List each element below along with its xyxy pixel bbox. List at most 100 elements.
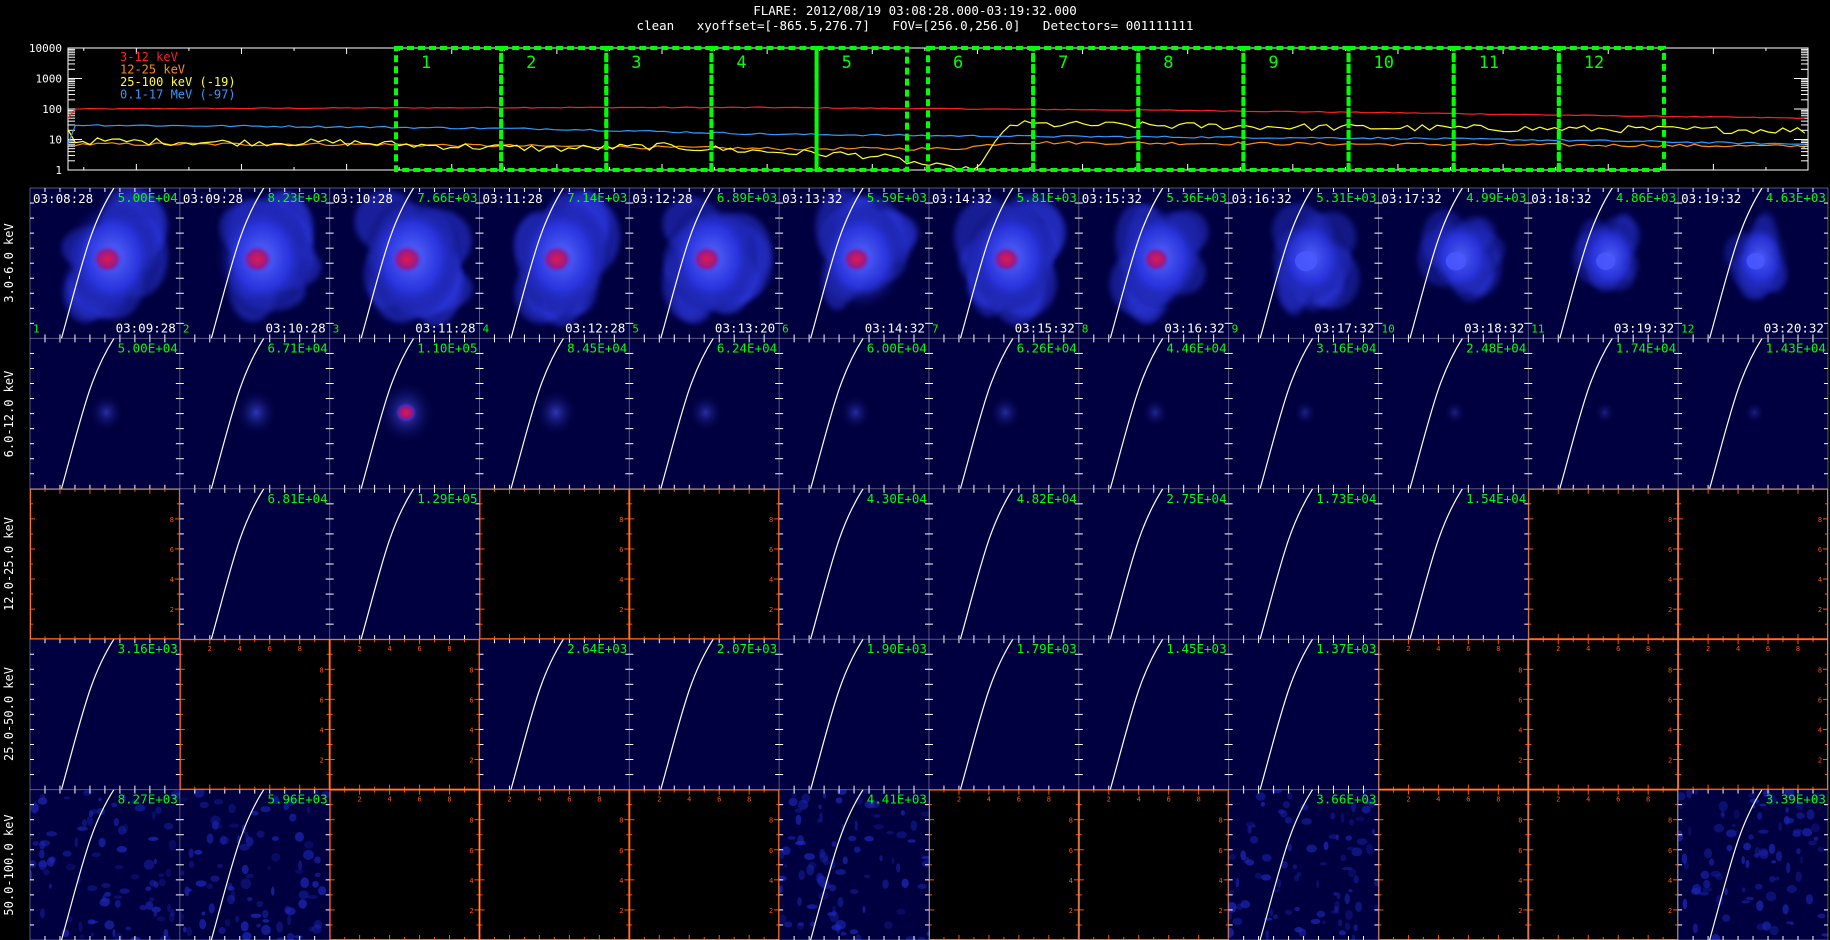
noise-speck bbox=[1353, 924, 1358, 931]
axis-tick-label: 4 bbox=[1586, 645, 1590, 653]
image-panel: 1.43E+04 bbox=[1678, 338, 1828, 489]
noise-speck bbox=[1286, 791, 1293, 800]
axis-tick-label: 2 bbox=[957, 796, 961, 804]
noise-speck bbox=[39, 840, 46, 850]
noise-speck bbox=[228, 803, 236, 814]
peak-value: 5.31E+03 bbox=[1316, 190, 1376, 205]
noise-speck bbox=[1710, 870, 1722, 878]
noise-speck bbox=[784, 921, 793, 928]
image-panel: 4.86E+03 03:18:32 03:19:32 11 bbox=[1528, 188, 1679, 339]
axis-tick-label: 6 bbox=[619, 546, 623, 554]
image-panel: 1.45E+03 bbox=[1078, 639, 1229, 790]
image-background bbox=[1228, 488, 1379, 640]
noise-speck bbox=[188, 848, 194, 858]
noise-speck bbox=[1817, 913, 1826, 919]
emission-core bbox=[1445, 251, 1466, 271]
noise-speck bbox=[245, 831, 249, 843]
axis-tick-label: 8 bbox=[1518, 817, 1522, 825]
noise-speck bbox=[313, 919, 322, 930]
peak-value: 1.54E+04 bbox=[1466, 491, 1526, 506]
noise-speck bbox=[853, 846, 861, 853]
noise-speck bbox=[1306, 844, 1317, 853]
axis-tick-label: 2 bbox=[1406, 796, 1410, 804]
noise-speck bbox=[1294, 926, 1303, 933]
noise-speck bbox=[163, 822, 174, 830]
axis-tick-label: 4 bbox=[987, 796, 991, 804]
axis-tick-label: 2 bbox=[358, 645, 362, 653]
peak-value: 1.43E+04 bbox=[1766, 340, 1826, 355]
image-panel: 2.48E+04 bbox=[1378, 338, 1529, 489]
interval-number: 4 bbox=[482, 322, 489, 335]
axis-tick-label: 6 bbox=[268, 645, 272, 653]
image-panel: 3.16E+03 bbox=[30, 639, 180, 790]
noise-speck bbox=[1704, 848, 1713, 859]
noise-speck bbox=[1713, 823, 1725, 833]
noise-speck bbox=[1775, 851, 1783, 862]
noise-speck bbox=[817, 873, 823, 884]
image-panel: 2 4 6 8 2 4 6 8 bbox=[329, 789, 480, 940]
noise-speck bbox=[1687, 826, 1692, 837]
image-grid: 5.00E+04 03:08:28 03:09:28 1 8.23E+03 03:09:2… bbox=[29, 187, 1829, 940]
noise-speck bbox=[199, 801, 209, 809]
noise-speck bbox=[879, 855, 883, 862]
noise-speck bbox=[256, 923, 261, 928]
noise-speck bbox=[797, 897, 802, 907]
interval-end-time: 03:09:28 bbox=[116, 320, 176, 335]
axis-tick-label: 4 bbox=[1668, 726, 1672, 734]
noise-speck bbox=[38, 849, 45, 859]
image-background bbox=[1678, 789, 1828, 940]
noise-speck bbox=[112, 928, 116, 937]
peak-value: 4.86E+03 bbox=[1616, 190, 1676, 205]
noise-speck bbox=[1269, 908, 1274, 917]
image-panel: 7.66E+03 03:10:28 03:11:28 3 bbox=[329, 188, 480, 339]
image-panel: 2.07E+03 bbox=[629, 639, 780, 790]
axis-tick-label: 4 bbox=[170, 576, 174, 584]
noise-speck bbox=[240, 878, 252, 890]
noise-speck bbox=[1759, 849, 1769, 860]
noise-speck bbox=[1344, 922, 1351, 931]
noise-speck bbox=[170, 908, 175, 917]
noise-speck bbox=[1323, 841, 1329, 851]
noise-speck bbox=[1748, 793, 1756, 798]
noise-speck bbox=[1301, 818, 1312, 825]
noise-speck bbox=[1335, 834, 1340, 841]
noise-speck bbox=[153, 858, 158, 865]
noise-speck bbox=[188, 861, 195, 869]
emission-blob bbox=[1292, 399, 1318, 426]
noise-speck bbox=[1769, 925, 1779, 936]
noise-speck bbox=[1741, 900, 1750, 904]
noise-speck bbox=[308, 926, 315, 932]
peak-value: 5.36E+03 bbox=[1166, 190, 1226, 205]
axis-tick-label: 2 bbox=[170, 606, 174, 614]
interval-end-time: 03:11:28 bbox=[415, 320, 475, 335]
axis-tick-label: 2 bbox=[507, 796, 511, 804]
noise-speck bbox=[295, 869, 304, 875]
axis-tick-label: 8 bbox=[1818, 516, 1822, 524]
noise-speck bbox=[298, 860, 303, 871]
noise-speck bbox=[1243, 856, 1250, 864]
noise-speck bbox=[294, 935, 303, 939]
noise-speck bbox=[300, 877, 310, 889]
image-panel: 1.29E+05 bbox=[329, 488, 480, 640]
noise-speck bbox=[267, 866, 271, 870]
noise-speck bbox=[1785, 807, 1789, 813]
peak-value: 8.27E+03 bbox=[118, 792, 178, 807]
axis-tick-label: 2 bbox=[469, 757, 473, 765]
axis-tick-label: 4 bbox=[619, 877, 623, 885]
noise-speck bbox=[901, 878, 909, 889]
noise-speck bbox=[153, 881, 159, 888]
interval-start-time: 03:10:28 bbox=[333, 191, 393, 206]
axis-tick-label: 6 bbox=[1766, 645, 1770, 653]
axis-tick-label: 2 bbox=[1556, 645, 1560, 653]
noise-speck bbox=[850, 889, 859, 895]
noise-speck bbox=[1786, 817, 1795, 824]
noise-speck bbox=[1768, 843, 1776, 854]
axis-tick-label: 6 bbox=[1219, 847, 1223, 855]
noise-speck bbox=[113, 817, 119, 827]
axis-tick-label: 2 bbox=[1069, 907, 1073, 915]
interval-start-time: 03:15:32 bbox=[1082, 191, 1142, 206]
noise-speck bbox=[153, 911, 158, 917]
emission-core bbox=[841, 245, 872, 273]
noise-speck bbox=[1721, 809, 1725, 819]
image-panel: 2.64E+03 bbox=[479, 639, 630, 790]
